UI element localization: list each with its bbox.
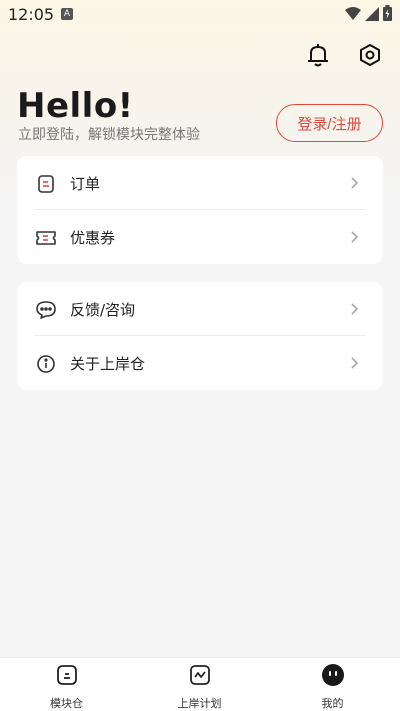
bottom-tab-bar: 模块仓 上岸计划 我的: [0, 657, 400, 711]
battery-icon: [383, 5, 392, 25]
info-icon: [34, 352, 58, 376]
greeting-title: Hello!: [17, 86, 134, 126]
bell-icon[interactable]: [303, 40, 333, 70]
tab-label: 我的: [321, 697, 344, 710]
notification-badge: A: [61, 8, 73, 20]
chevron-right-icon: [349, 174, 361, 192]
login-prompt-subtitle: 立即登陆，解锁模块完整体验: [18, 127, 200, 143]
menu-card-support: 反馈/咨询 关于上岸仓: [17, 282, 383, 390]
menu-item-label: 优惠券: [70, 229, 116, 247]
signal-icon: [365, 6, 379, 25]
tab-profile[interactable]: 我的: [266, 658, 399, 711]
chevron-right-icon: [349, 228, 361, 246]
tab-shore-plan[interactable]: 上岸计划: [133, 658, 266, 711]
plan-chart-icon: [187, 662, 213, 688]
menu-item-about[interactable]: 关于上岸仓: [17, 336, 383, 390]
wifi-icon: [345, 6, 361, 25]
module-icon: [54, 662, 80, 688]
login-register-button[interactable]: 登录/注册: [276, 104, 383, 142]
menu-card-orders: 订单 优惠券: [17, 156, 383, 264]
settings-icon[interactable]: [355, 40, 385, 70]
menu-item-orders[interactable]: 订单: [17, 156, 383, 210]
menu-item-feedback[interactable]: 反馈/咨询: [17, 282, 383, 336]
status-icons: [345, 5, 392, 25]
menu-item-label: 订单: [70, 175, 101, 193]
chevron-right-icon: [349, 354, 361, 372]
chat-icon: [34, 298, 58, 322]
status-bar: 12:05 A: [0, 0, 400, 28]
tab-label: 模块仓: [50, 697, 83, 710]
profile-icon: [320, 662, 346, 688]
tab-label: 上岸计划: [177, 697, 222, 710]
menu-item-label: 关于上岸仓: [70, 355, 146, 373]
status-time: 12:05: [8, 5, 55, 24]
coupon-icon: [34, 226, 58, 250]
tab-module-warehouse[interactable]: 模块仓: [0, 658, 133, 711]
order-icon: [34, 172, 58, 196]
menu-item-coupons[interactable]: 优惠券: [17, 210, 383, 264]
menu-item-label: 反馈/咨询: [70, 301, 136, 319]
chevron-right-icon: [349, 300, 361, 318]
